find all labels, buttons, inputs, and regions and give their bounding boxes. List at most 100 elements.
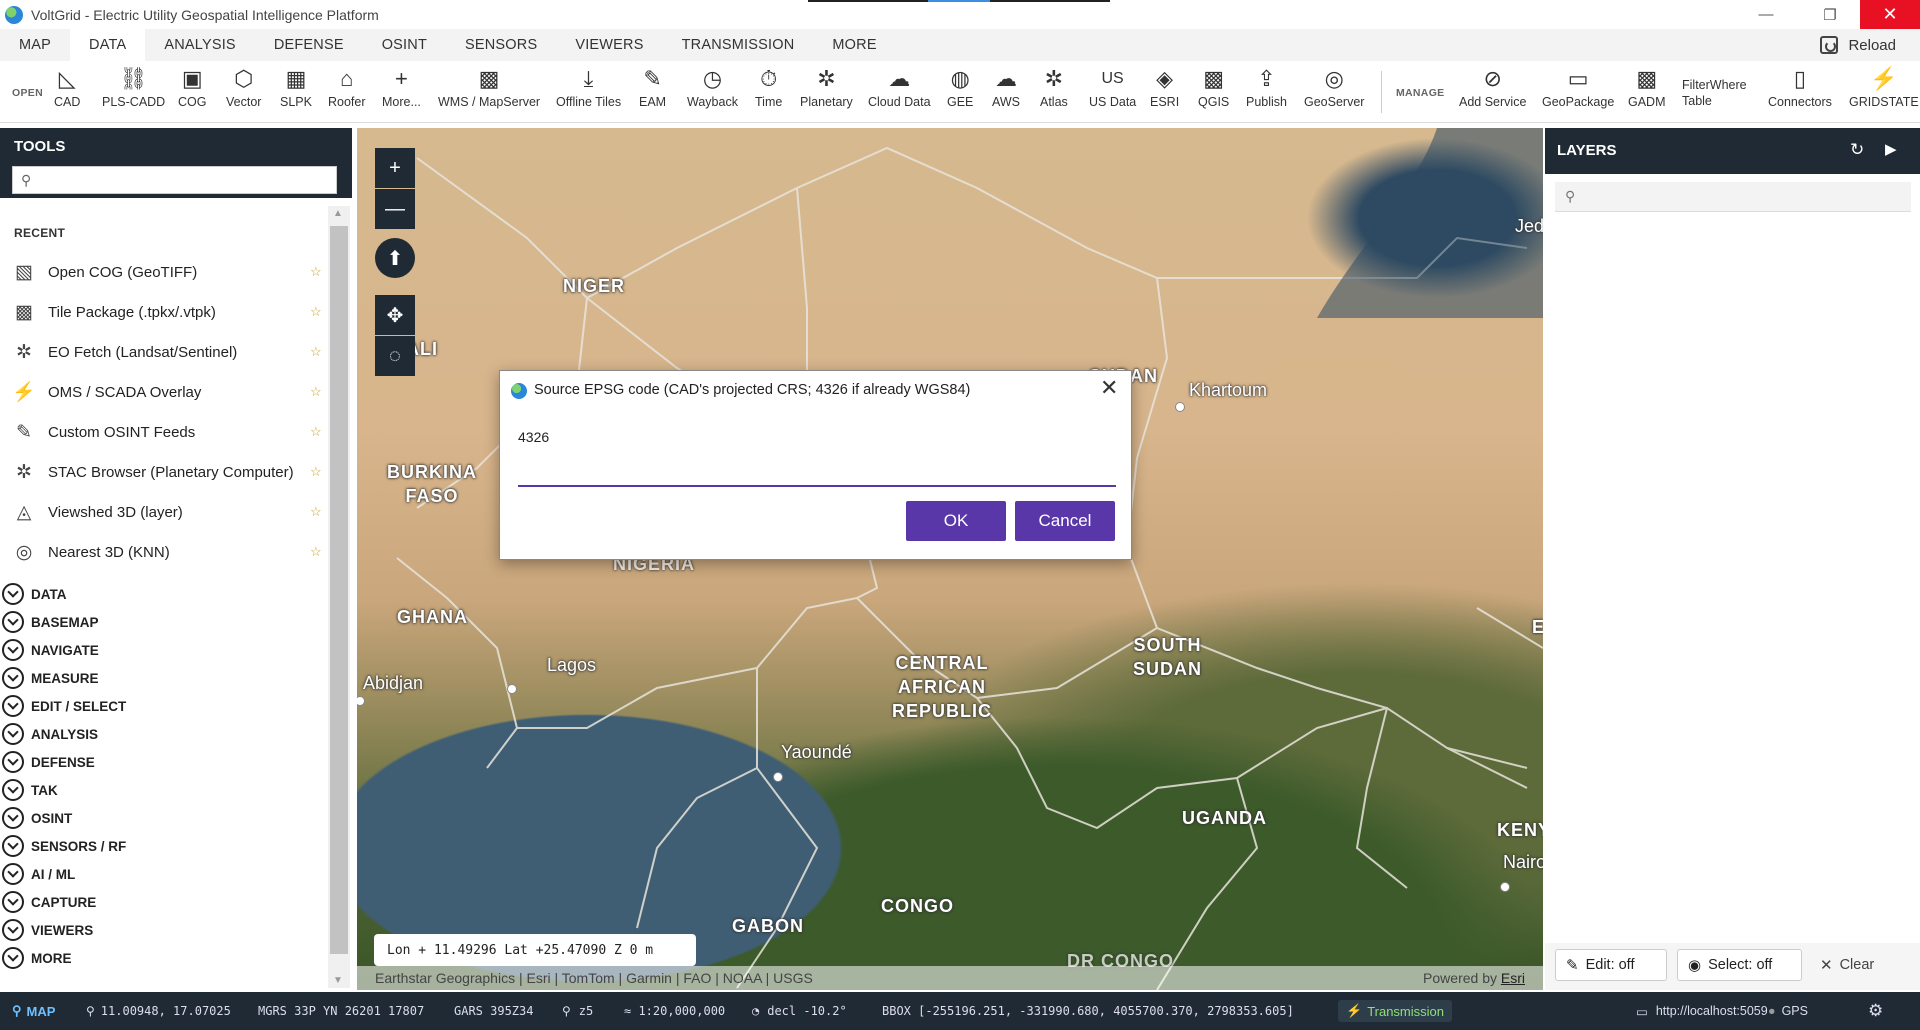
esri-link[interactable]: Esri [1501,970,1525,986]
city-marker-khartoum[interactable] [1175,402,1185,412]
recent-item-nearest-3d[interactable]: ◎ Nearest 3D (KNN) ☆ [0,532,328,572]
ribbon-esri-button[interactable]: ◈ ESRI [1150,63,1179,119]
ok-button[interactable]: OK [906,501,1006,541]
category-navigate[interactable]: NAVIGATE [0,636,99,664]
recent-item-tile-package[interactable]: ▩ Tile Package (.tpkx/.vtpk) ☆ [0,292,328,332]
favorite-star-icon[interactable]: ☆ [310,304,322,320]
compass-icon[interactable]: ⬆ [375,238,415,278]
city-marker-nairobi[interactable] [1500,882,1510,892]
clear-button[interactable]: ✕ Clear [1810,949,1884,981]
menu-more[interactable]: MORE [813,29,895,61]
ribbon-gridstate-button[interactable]: ⚡ GRIDSTATE [1849,63,1919,119]
city-marker-yaounde[interactable] [773,772,783,782]
category-measure[interactable]: MEASURE [0,664,99,692]
zoom-out-button[interactable]: — [375,189,415,229]
ribbon-cloud-data-button[interactable]: ☁ Cloud Data [868,63,931,119]
ribbon-qgis-button[interactable]: ▩ QGIS [1198,63,1229,119]
layers-search-input[interactable] [1585,186,1905,208]
play-icon[interactable]: ▶ [1885,140,1897,158]
category-ai-ml[interactable]: AI / ML [0,860,75,888]
maximize-button[interactable]: ❐ [1807,0,1853,29]
category-tak[interactable]: TAK [0,776,58,804]
status-map-mode[interactable]: ⚲ MAP [12,992,55,1030]
minimize-button[interactable]: — [1743,0,1789,29]
favorite-star-icon[interactable]: ☆ [310,464,322,480]
ribbon-wms-button[interactable]: ▩ WMS / MapServer [438,63,540,119]
favorite-star-icon[interactable]: ☆ [310,264,322,280]
ribbon-us-data-button[interactable]: US US Data [1089,63,1136,119]
epsg-input[interactable] [518,455,1116,487]
category-basemap[interactable]: BASEMAP [0,608,99,636]
favorite-star-icon[interactable]: ☆ [310,384,322,400]
tools-search-input[interactable] [41,169,331,191]
reload-button[interactable]: Reload [1820,29,1896,61]
transmission-badge[interactable]: ⚡ Transmission [1338,1000,1453,1022]
ribbon-offline-tiles-button[interactable]: ⤓ Offline Tiles [556,63,621,119]
scrollbar-thumb[interactable] [330,226,348,954]
tools-scrollbar[interactable]: ▲ ▼ [328,206,350,988]
dialog-close-button[interactable]: ✕ [1100,377,1118,399]
category-analysis[interactable]: ANALYSIS [0,720,98,748]
category-more[interactable]: MORE [0,944,72,972]
ribbon-gadm-button[interactable]: ▩ GADM [1628,63,1666,119]
recent-item-oms-scada[interactable]: ⚡ OMS / SCADA Overlay ☆ [0,372,328,412]
menu-viewers[interactable]: VIEWERS [556,29,662,61]
category-defense[interactable]: DEFENSE [0,748,95,776]
rotate-icon[interactable]: ◌ [375,336,415,376]
category-data[interactable]: DATA [0,580,67,608]
favorite-star-icon[interactable]: ☆ [310,344,322,360]
category-viewers[interactable]: VIEWERS [0,916,93,944]
pan-icon[interactable]: ✥ [375,295,415,335]
menu-sensors[interactable]: SENSORS [446,29,556,61]
scroll-down-icon[interactable]: ▼ [333,975,343,986]
edit-toggle-button[interactable]: ✎ Edit: off [1555,949,1667,981]
menu-data[interactable]: DATA [70,29,146,61]
ribbon-more-button[interactable]: + More... [382,63,421,119]
menu-map[interactable]: MAP [0,29,70,61]
favorite-star-icon[interactable]: ☆ [310,544,322,560]
menu-transmission[interactable]: TRANSMISSION [663,29,814,61]
ribbon-geoserver-button[interactable]: ◎ GeoServer [1304,63,1364,119]
category-capture[interactable]: CAPTURE [0,888,96,916]
category-sensors-rf[interactable]: SENSORS / RF [0,832,126,860]
ribbon-vector-button[interactable]: ⬡ Vector [226,63,261,119]
category-edit-select[interactable]: EDIT / SELECT [0,692,126,720]
ribbon-slpk-button[interactable]: ▦ SLPK [280,63,312,119]
recent-item-open-cog[interactable]: ▧ Open COG (GeoTIFF) ☆ [0,252,328,292]
recent-item-stac-browser[interactable]: ✲ STAC Browser (Planetary Computer) ☆ [0,452,328,492]
cancel-button[interactable]: Cancel [1015,501,1115,541]
ribbon-cog-button[interactable]: ▣ COG [178,63,206,119]
ribbon-connectors-button[interactable]: ▯ Connectors [1768,63,1832,119]
recent-item-viewshed-3d[interactable]: ◬ Viewshed 3D (layer) ☆ [0,492,328,532]
ribbon-roofer-button[interactable]: ⌂ Roofer [328,63,366,119]
gear-icon[interactable]: ⚙ [1868,992,1883,1030]
favorite-star-icon[interactable]: ☆ [310,504,322,520]
ribbon-publish-button[interactable]: ⇪ Publish [1246,63,1287,119]
menu-osint[interactable]: OSINT [363,29,446,61]
city-marker-lagos[interactable] [507,684,517,694]
ribbon-eam-button[interactable]: ✎ EAM [639,63,666,119]
menu-analysis[interactable]: ANALYSIS [145,29,254,61]
recent-item-custom-osint[interactable]: ✎ Custom OSINT Feeds ☆ [0,412,328,452]
category-osint[interactable]: OSINT [0,804,72,832]
recent-item-eo-fetch[interactable]: ✲ EO Fetch (Landsat/Sentinel) ☆ [0,332,328,372]
ribbon-planetary-button[interactable]: ✲ Planetary [800,63,853,119]
ribbon-wayback-button[interactable]: ◷ Wayback [687,63,738,119]
ribbon-filterwhere-table-button[interactable]: FilterWhere Table [1682,77,1747,109]
zoom-in-button[interactable]: + [375,148,415,188]
ribbon-add-service-button[interactable]: ⊘ Add Service [1459,63,1526,119]
status-gps[interactable]: ● GPS [1768,992,1808,1030]
ribbon-cad-button[interactable]: ◺ CAD [54,63,80,119]
ribbon-geopackage-button[interactable]: ▭ GeoPackage [1542,63,1614,119]
menu-defense[interactable]: DEFENSE [255,29,363,61]
ribbon-aws-button[interactable]: ☁ AWS [992,63,1020,119]
close-window-button[interactable]: ✕ [1860,0,1920,29]
ribbon-pls-cadd-button[interactable]: ⛓ PLS-CADD [102,63,165,119]
scroll-up-icon[interactable]: ▲ [333,208,343,219]
refresh-icon[interactable]: ↻ [1850,140,1864,160]
select-toggle-button[interactable]: ◉ Select: off [1677,949,1802,981]
ribbon-time-button[interactable]: ⏱ Time [755,63,782,119]
favorite-star-icon[interactable]: ☆ [310,424,322,440]
ribbon-atlas-button[interactable]: ✲ Atlas [1040,63,1068,119]
ribbon-gee-button[interactable]: ◍ GEE [947,63,973,119]
